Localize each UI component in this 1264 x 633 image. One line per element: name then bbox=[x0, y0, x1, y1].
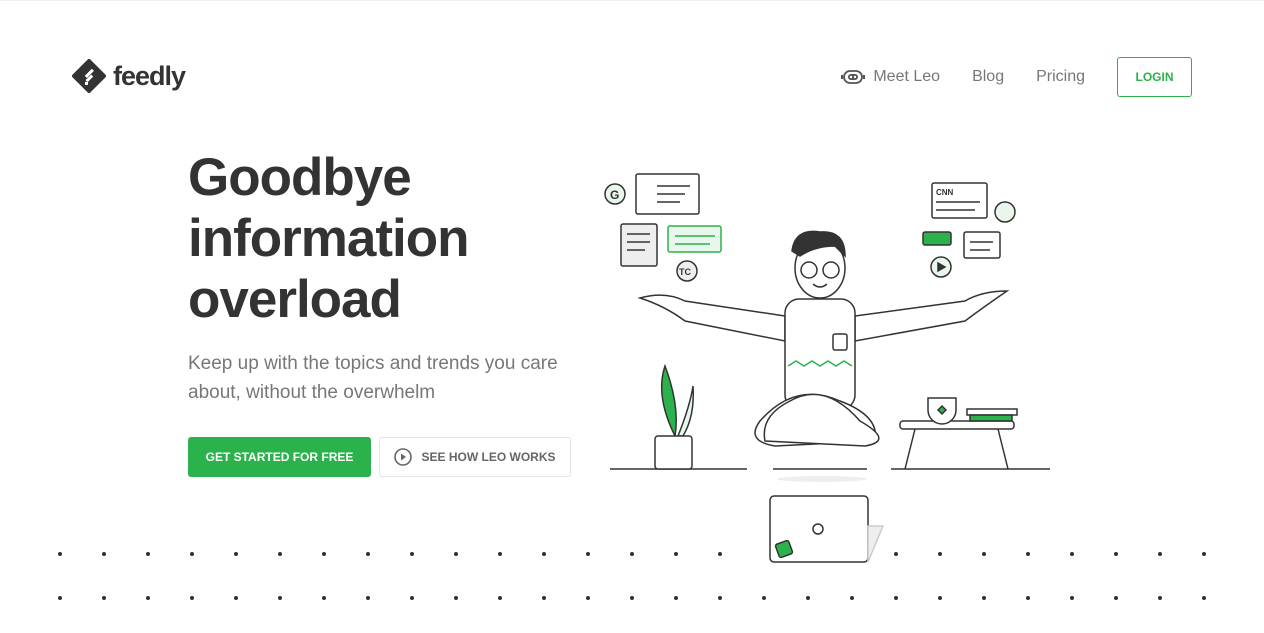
pattern-dot bbox=[322, 596, 326, 600]
pattern-dot bbox=[1158, 552, 1162, 556]
pattern-dot bbox=[1070, 596, 1074, 600]
pattern-dot bbox=[586, 596, 590, 600]
hero-subtitle: Keep up with the topics and trends you c… bbox=[188, 353, 558, 403]
pattern-dot bbox=[454, 552, 458, 556]
pattern-dot bbox=[674, 596, 678, 600]
nav-meet-leo[interactable]: Meet Leo bbox=[841, 68, 940, 86]
pattern-dot bbox=[454, 596, 458, 600]
pattern-dot bbox=[322, 552, 326, 556]
pattern-dot bbox=[982, 596, 986, 600]
feedly-logo-icon bbox=[72, 59, 106, 93]
pattern-dot bbox=[58, 596, 62, 600]
pattern-dot bbox=[630, 596, 634, 600]
pattern-dot bbox=[146, 552, 150, 556]
pattern-dot bbox=[894, 552, 898, 556]
pattern-dot bbox=[542, 596, 546, 600]
pattern-dot bbox=[190, 552, 194, 556]
play-circle-icon bbox=[394, 448, 413, 466]
pattern-dot bbox=[1158, 596, 1162, 600]
pattern-dot bbox=[718, 552, 722, 556]
pattern-dot bbox=[366, 552, 370, 556]
pattern-dot bbox=[762, 596, 766, 600]
robot-icon bbox=[841, 70, 866, 84]
nav-label: Meet Leo bbox=[873, 68, 941, 85]
pattern-dot bbox=[278, 552, 282, 556]
pattern-dot bbox=[982, 552, 986, 556]
pattern-dot bbox=[278, 596, 282, 600]
see-how-leo-works-button[interactable]: SEE HOW LEO WORKS bbox=[379, 437, 571, 477]
top-nav: Meet Leo Blog Pricing LOGIN bbox=[841, 57, 1192, 97]
nav-blog[interactable]: Blog bbox=[972, 68, 1004, 86]
pattern-dot bbox=[58, 552, 62, 556]
pattern-dot bbox=[146, 596, 150, 600]
pattern-dot bbox=[1114, 552, 1118, 556]
pattern-dot bbox=[1026, 552, 1030, 556]
pattern-dot bbox=[1114, 596, 1118, 600]
pattern-dot bbox=[190, 596, 194, 600]
pattern-dot bbox=[1026, 596, 1030, 600]
pattern-dot bbox=[102, 596, 106, 600]
meditating-reader-illustration: G TC CNN bbox=[604, 173, 1050, 563]
pattern-dot bbox=[366, 596, 370, 600]
svg-text:CNN: CNN bbox=[936, 188, 954, 197]
pattern-dot bbox=[234, 596, 238, 600]
pattern-dot bbox=[850, 596, 854, 600]
google-logo: G bbox=[610, 188, 619, 202]
pattern-dot bbox=[674, 552, 678, 556]
pattern-dot bbox=[938, 596, 942, 600]
hero-title: Goodbye information overload bbox=[188, 148, 469, 329]
pattern-dot bbox=[1202, 596, 1206, 600]
pattern-dot bbox=[1202, 552, 1206, 556]
nav-pricing[interactable]: Pricing bbox=[1036, 68, 1085, 86]
pattern-dot bbox=[1070, 552, 1074, 556]
pattern-dot bbox=[410, 596, 414, 600]
pattern-dot bbox=[410, 552, 414, 556]
login-button[interactable]: LOGIN bbox=[1117, 57, 1192, 97]
pattern-dot bbox=[630, 552, 634, 556]
pattern-dot bbox=[498, 552, 502, 556]
svg-text:TC: TC bbox=[679, 267, 691, 277]
pattern-dot bbox=[102, 552, 106, 556]
pattern-dot bbox=[718, 596, 722, 600]
button-label: SEE HOW LEO WORKS bbox=[421, 450, 556, 464]
get-started-button[interactable]: GET STARTED FOR FREE bbox=[188, 437, 371, 477]
pattern-dot bbox=[894, 596, 898, 600]
logo-text: feedly bbox=[113, 60, 186, 91]
pattern-dot bbox=[498, 596, 502, 600]
pattern-dot bbox=[806, 596, 810, 600]
pattern-dot bbox=[586, 552, 590, 556]
pattern-dot bbox=[938, 552, 942, 556]
pattern-dot bbox=[542, 552, 546, 556]
dot-pattern bbox=[58, 552, 1206, 600]
feedly-logo[interactable]: feedly bbox=[71, 59, 186, 93]
pattern-dot bbox=[234, 552, 238, 556]
